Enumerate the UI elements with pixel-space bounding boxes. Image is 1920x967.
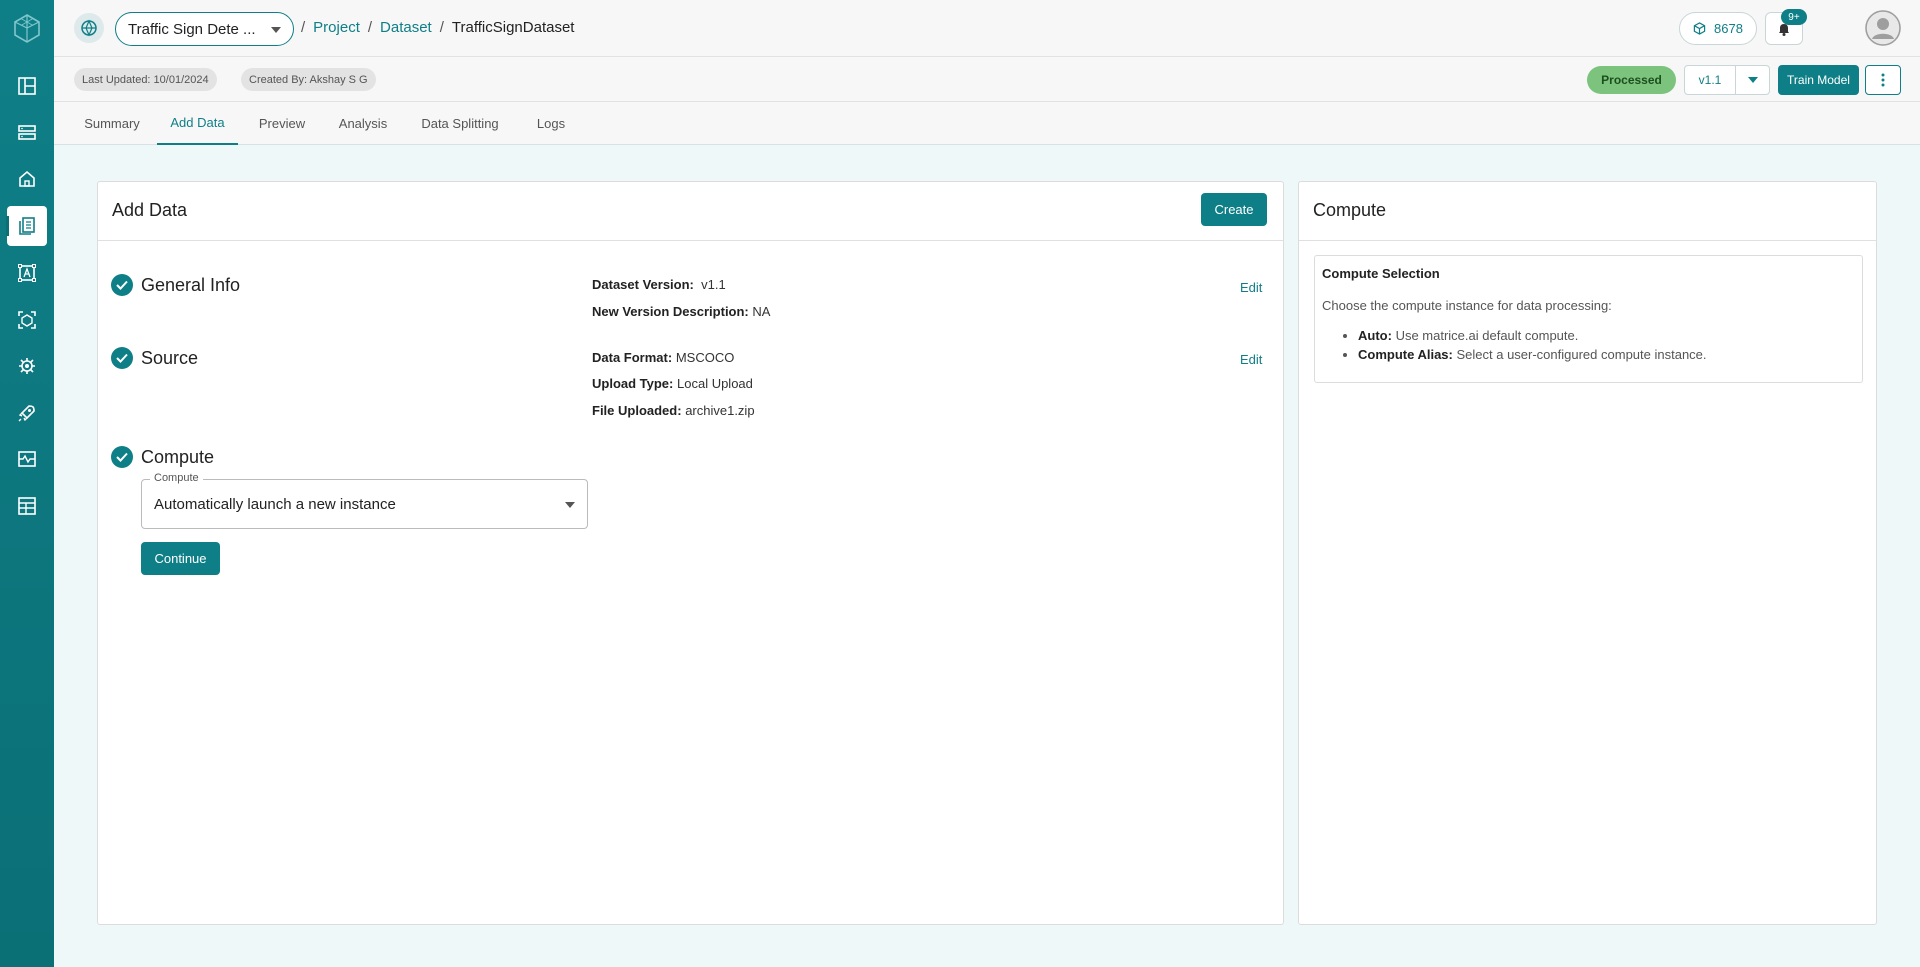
compute-select-value: Automatically launch a new instance [154, 496, 396, 513]
tab-logs[interactable]: Logs [519, 102, 583, 145]
option-label: Auto: [1358, 328, 1392, 343]
version-description-row: New Version Description: NA [592, 304, 770, 319]
upload-type-value: Local Upload [677, 376, 753, 391]
version-description-label: New Version Description: [592, 304, 749, 319]
check-circle-icon [111, 347, 133, 369]
upload-type-row: Upload Type: Local Upload [592, 376, 753, 391]
cube-icon [1693, 22, 1706, 35]
option-label: Compute Alias: [1358, 347, 1453, 362]
compute-selection-description: Choose the compute instance for data pro… [1322, 298, 1612, 313]
breadcrumb-separator: / [367, 19, 373, 36]
user-icon [1865, 10, 1901, 46]
edit-general-info-link[interactable]: Edit [1240, 280, 1262, 295]
continue-button[interactable]: Continue [141, 542, 220, 575]
tab-analysis[interactable]: Analysis [327, 102, 399, 145]
compute-select[interactable]: Compute Automatically launch a new insta… [141, 472, 588, 529]
project-icon[interactable] [74, 13, 104, 43]
monitoring-icon[interactable] [7, 439, 47, 479]
dashboard-icon[interactable] [7, 66, 47, 106]
file-uploaded-value: archive1.zip [685, 403, 755, 418]
chevron-down-icon [1747, 77, 1758, 83]
compute-selection-box: Compute Selection Choose the compute ins… [1314, 255, 1863, 383]
storage-icon[interactable] [7, 113, 47, 153]
tab-summary[interactable]: Summary [78, 102, 146, 145]
create-button[interactable]: Create [1201, 193, 1267, 226]
check-circle-icon [111, 274, 133, 296]
version-dropdown-button[interactable] [1736, 66, 1769, 94]
version-description-value: NA [752, 304, 771, 319]
notifications-badge: 9+ [1781, 9, 1807, 25]
dataset-tabs: Summary Add Data Preview Analysis Data S… [54, 102, 1920, 145]
last-updated-chip: Last Updated: 10/01/2024 [74, 68, 217, 91]
version-value: v1.1 [1685, 66, 1736, 94]
divider [1299, 240, 1876, 241]
breadcrumb-project-link[interactable]: Project [313, 19, 360, 36]
reports-icon[interactable] [7, 486, 47, 526]
datasets-icon[interactable] [7, 206, 47, 246]
app-logo-cube-icon[interactable] [12, 13, 42, 43]
credits-value: 8678 [1714, 21, 1743, 36]
created-by-chip: Created By: Akshay S G [241, 68, 376, 91]
list-item: Compute Alias: Select a user-configured … [1358, 347, 1707, 362]
data-format-label: Data Format: [592, 350, 673, 365]
edit-source-link[interactable]: Edit [1240, 352, 1262, 367]
top-header: Traffic Sign Dete ... / Project / Datase… [54, 0, 1920, 57]
breadcrumb-dataset-link[interactable]: Dataset [380, 19, 432, 36]
deploy-rocket-icon[interactable] [7, 393, 47, 433]
avatar[interactable] [1865, 10, 1901, 46]
chevron-down-icon [271, 27, 281, 33]
file-uploaded-label: File Uploaded: [592, 403, 682, 418]
status-badge: Processed [1587, 66, 1676, 94]
sidebar [0, 0, 54, 967]
divider [98, 240, 1283, 241]
settings-chip-icon[interactable] [7, 346, 47, 386]
step-general-info-title: General Info [141, 275, 241, 295]
compute-select-label: Compute [150, 472, 203, 484]
compute-selection-title: Compute Selection [1322, 266, 1440, 281]
add-data-card: Add Data [97, 181, 1284, 925]
tab-data-splitting[interactable]: Data Splitting [410, 102, 510, 145]
project-select[interactable]: Traffic Sign Dete ... [115, 12, 294, 46]
data-format-row: Data Format: MSCOCO [592, 350, 734, 365]
active-indicator [6, 216, 9, 236]
step-compute-title: Compute [141, 447, 215, 467]
breadcrumb: / Project / Dataset / TrafficSignDataset [301, 19, 574, 36]
more-options-button[interactable] [1865, 65, 1901, 95]
home-icon[interactable] [7, 159, 47, 199]
option-text: Use matrice.ai default compute. [1395, 328, 1579, 343]
upload-type-label: Upload Type: [592, 376, 674, 391]
option-text: Select a user-configured compute instanc… [1456, 347, 1707, 362]
breadcrumb-separator: / [439, 19, 444, 36]
models-icon[interactable] [7, 300, 47, 340]
dataset-version-row: Dataset Version: v1.1 [592, 277, 726, 292]
chevron-down-icon [565, 502, 575, 508]
data-format-value: MSCOCO [675, 350, 735, 365]
kebab-menu-icon [1881, 73, 1885, 87]
panel-title: Compute [1313, 200, 1387, 220]
step-source-title: Source [141, 348, 199, 368]
file-uploaded-row: File Uploaded: archive1.zip [592, 403, 755, 418]
card-title: Add Data [112, 200, 188, 220]
tab-preview[interactable]: Preview [251, 102, 313, 145]
breadcrumb-current: TrafficSignDataset [451, 19, 575, 36]
breadcrumb-separator: / [301, 19, 306, 36]
train-model-button[interactable]: Train Model [1778, 65, 1859, 95]
dataset-version-label: Dataset Version: [592, 277, 694, 292]
project-select-value: Traffic Sign Dete ... [128, 20, 256, 38]
tab-add-data[interactable]: Add Data [157, 102, 238, 145]
dataset-meta-bar: Last Updated: 10/01/2024 Created By: Aks… [54, 57, 1920, 102]
compute-options-list: Auto: Use matrice.ai default compute. Co… [1358, 328, 1707, 366]
version-select[interactable]: v1.1 [1684, 65, 1770, 95]
dataset-version-value: v1.1 [701, 277, 726, 292]
check-circle-icon [111, 446, 133, 468]
list-item: Auto: Use matrice.ai default compute. [1358, 328, 1707, 343]
credits-button[interactable]: 8678 [1679, 12, 1757, 45]
annotation-icon[interactable] [7, 253, 47, 293]
